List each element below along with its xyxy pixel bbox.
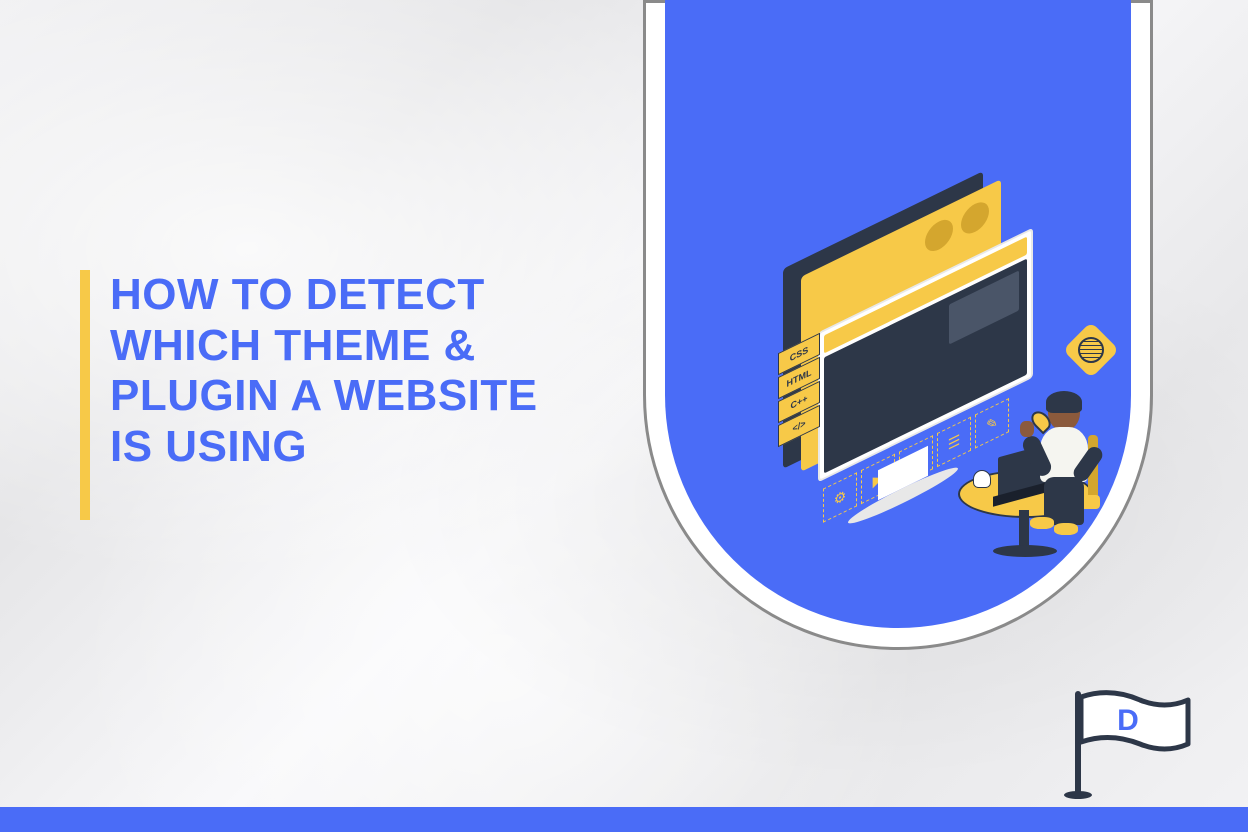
coffee-cup-icon <box>973 470 991 488</box>
desk-leg <box>1019 510 1029 550</box>
menu-icon: ☰ <box>937 417 971 468</box>
logo-letter: D <box>1117 704 1139 737</box>
isometric-illustration: CSS HTML C++ </> ⚙ ▶ ▲ ☰ ✎ <box>693 210 1103 550</box>
bottom-strip <box>0 807 1248 832</box>
accent-bar <box>80 270 90 520</box>
desk-foot <box>993 545 1057 557</box>
headline-line4: IS USING <box>110 422 307 471</box>
headline-block: HOW TO DETECT WHICH THEME & PLUGIN A WEB… <box>80 270 538 520</box>
shield-badge: CSS HTML C++ </> ⚙ ▶ ▲ ☰ ✎ <box>643 0 1153 650</box>
glasses-icon <box>1051 409 1077 417</box>
brand-flag-logo: D <box>1050 682 1200 802</box>
person-shoe-right <box>1054 523 1078 535</box>
gear-icon: ⚙ <box>823 472 857 523</box>
headline-line2: WHICH THEME & <box>110 321 476 370</box>
person-head <box>1048 395 1080 431</box>
headline-line3: PLUGIN A WEBSITE <box>110 371 538 420</box>
headline-line1: HOW TO DETECT <box>110 270 485 319</box>
person-shoe-left <box>1030 517 1054 529</box>
edit-icon: ✎ <box>975 398 1009 449</box>
person-developer <box>1048 395 1080 431</box>
headline-text: HOW TO DETECT WHICH THEME & PLUGIN A WEB… <box>110 270 538 520</box>
code-language-tags: CSS HTML C++ </> <box>778 343 820 439</box>
